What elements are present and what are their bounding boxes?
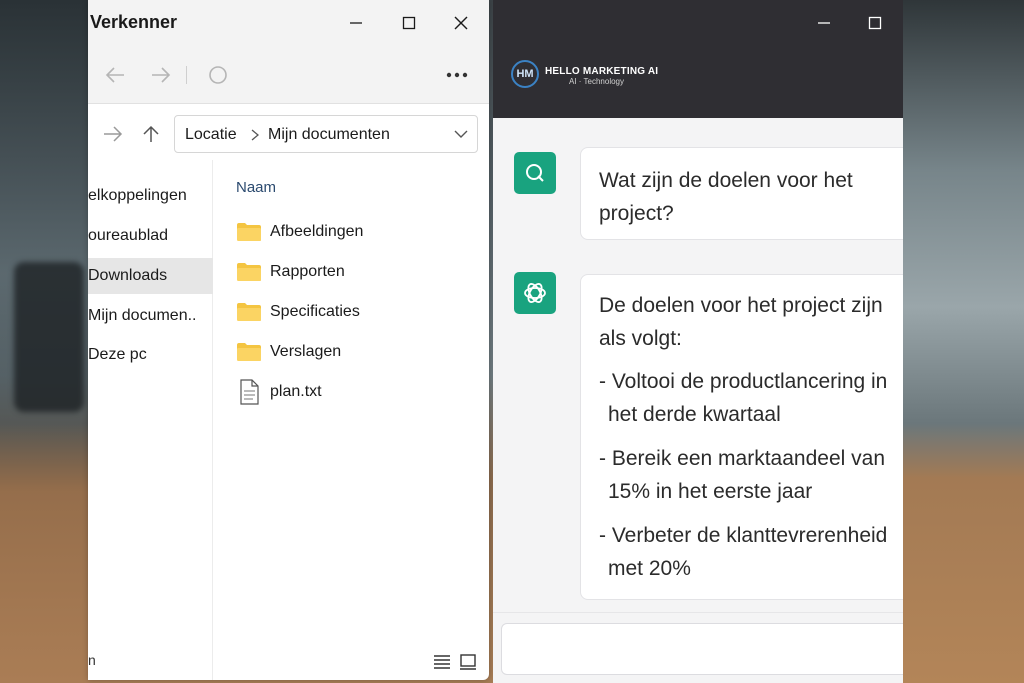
background-chair — [14, 262, 84, 412]
arrow-up-icon — [143, 125, 159, 142]
chat-minimize-button[interactable] — [809, 8, 839, 38]
close-icon — [454, 16, 468, 30]
window-title: Verkenner — [90, 12, 178, 32]
maximize-icon — [402, 16, 416, 30]
question-text: Wat zijn de doelen voor het project? — [599, 169, 853, 225]
file-list: Naam Afbeeldingen Rapporten Specificatie… — [214, 160, 489, 680]
file-explorer-window: Verkenner Locatie Mijn documenten elkopp… — [88, 0, 489, 680]
brand-logo: HM — [511, 60, 539, 88]
folder-icon — [237, 263, 261, 281]
details-view-icon[interactable] — [433, 654, 451, 670]
explorer-titlebar: Verkenner — [88, 0, 489, 46]
background-right — [903, 0, 1024, 683]
folder-icon — [237, 343, 261, 361]
list-item[interactable]: Specificaties — [236, 297, 360, 327]
file-name: Afbeeldingen — [270, 223, 364, 240]
arrow-right-icon — [152, 67, 171, 83]
folder-icon — [237, 303, 261, 321]
brand-header: HM HELLO MARKETING AI AI · Technology — [493, 46, 903, 118]
more-options-button[interactable] — [444, 62, 470, 88]
assistant-avatar — [514, 272, 556, 314]
folder-icon — [237, 223, 261, 241]
sidebar-bottom-text: n — [88, 652, 96, 668]
file-name: Specificaties — [270, 303, 360, 320]
chevron-down-icon[interactable] — [454, 130, 468, 139]
forward-button[interactable] — [148, 62, 174, 88]
file-name: plan.txt — [270, 383, 322, 400]
up-button[interactable] — [138, 121, 164, 147]
view-switcher — [433, 654, 477, 670]
minimize-icon — [350, 22, 362, 24]
address-bar[interactable]: Locatie Mijn documenten — [174, 115, 478, 153]
file-name: Rapporten — [270, 263, 345, 280]
list-item[interactable]: Rapporten — [236, 257, 345, 287]
column-header-name[interactable]: Naam — [236, 179, 276, 196]
answer-bullet: - Bereik een marktaandeel van 15% in het… — [599, 447, 885, 503]
breadcrumb-documents[interactable]: Mijn documenten — [268, 126, 390, 144]
openai-logo-icon — [524, 283, 546, 303]
sidebar-item-quick-access[interactable]: elkoppelingen — [88, 178, 213, 214]
question-icon — [526, 164, 544, 182]
answer-bullet: - Voltooi de productlancering in het der… — [599, 370, 888, 426]
brand-tagline: AI · Technology — [569, 77, 624, 86]
toolbar-divider — [186, 66, 187, 84]
explorer-toolbar — [88, 46, 489, 104]
arrow-left-icon — [105, 67, 124, 83]
minimize-button[interactable] — [341, 8, 371, 38]
chat-input[interactable] — [501, 623, 903, 675]
arrow-right-icon — [104, 126, 123, 142]
assistant-message: De doelen voor het project zijn als volg… — [580, 274, 903, 600]
chat-window: HM HELLO MARKETING AI AI · Technology Wa… — [493, 0, 903, 683]
sidebar-item-desktop[interactable]: oureaublad — [88, 218, 213, 254]
user-message: Wat zijn de doelen voor het project? — [580, 147, 903, 240]
user-avatar — [514, 152, 556, 194]
breadcrumb-location[interactable]: Locatie — [185, 126, 237, 144]
list-item[interactable]: Verslagen — [236, 337, 341, 367]
nav-forward-button[interactable] — [100, 121, 126, 147]
brand-name: HELLO MARKETING AI — [545, 66, 659, 77]
answer-intro: De doelen voor het project zijn als volg… — [599, 294, 883, 350]
preview-view-icon[interactable] — [459, 654, 477, 670]
list-item[interactable]: plan.txt — [236, 377, 322, 407]
maximize-icon — [868, 16, 882, 30]
back-button[interactable] — [102, 62, 128, 88]
refresh-icon — [209, 66, 227, 84]
sidebar-item-documents[interactable]: Mijn documen.. — [88, 298, 213, 334]
sidebar-item-downloads[interactable]: Downloads — [88, 258, 213, 294]
close-button[interactable] — [446, 8, 476, 38]
minimize-icon — [818, 22, 830, 24]
chat-input-area — [493, 612, 903, 683]
answer-bullet: - Verbeter de klanttevrerenheid met 20% — [599, 524, 888, 580]
chat-maximize-button[interactable] — [860, 8, 890, 38]
refresh-button[interactable] — [205, 62, 231, 88]
text-file-icon — [240, 379, 259, 405]
navigation-pane: elkoppelingen oureaublad Downloads Mijn … — [88, 160, 213, 680]
chat-titlebar — [493, 0, 903, 46]
sidebar-item-this-pc[interactable]: Deze pc — [88, 337, 213, 373]
file-name: Verslagen — [270, 343, 342, 360]
more-dots-icon — [446, 72, 468, 78]
explorer-navbar: Locatie Mijn documenten — [88, 105, 489, 159]
maximize-button[interactable] — [394, 8, 424, 38]
list-item[interactable]: Afbeeldingen — [236, 217, 363, 247]
chevron-right-icon — [251, 129, 259, 141]
